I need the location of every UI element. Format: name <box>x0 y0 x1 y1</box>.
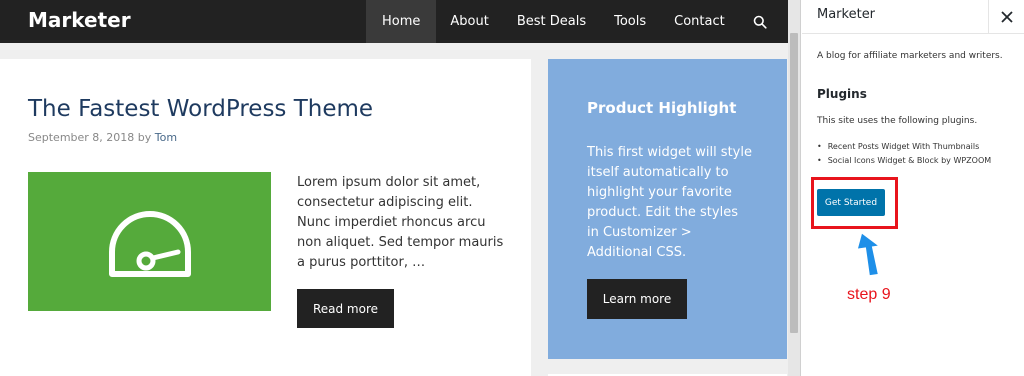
nav-item-home[interactable]: Home <box>366 0 437 43</box>
panel-close-button[interactable] <box>988 0 1024 33</box>
plugins-intro: This site uses the following plugins. <box>817 116 978 126</box>
speedometer-icon <box>108 210 191 277</box>
post-meta: September 8, 2018 by Tom <box>28 131 177 144</box>
panel-description: A blog for affiliate marketers and write… <box>817 51 1003 61</box>
nav-item-contact[interactable]: Contact <box>660 0 739 43</box>
step-label: step 9 <box>847 286 891 303</box>
post-by: by <box>137 131 152 144</box>
read-more-button[interactable]: Read more <box>297 289 394 328</box>
learn-more-button[interactable]: Learn more <box>587 279 687 319</box>
close-icon <box>1000 10 1013 23</box>
plugin-item: Recent Posts Widget With Thumbnails <box>817 140 991 154</box>
widget-title: Product Highlight <box>587 99 737 117</box>
search-icon <box>753 15 767 29</box>
post-thumbnail[interactable] <box>28 172 271 311</box>
post-date: September 8, 2018 <box>28 131 135 144</box>
site-brand[interactable]: Marketer <box>28 8 131 32</box>
plugin-list: Recent Posts Widget With Thumbnails Soci… <box>817 140 991 168</box>
screenshot: Marketer Home About Best Deals Tools Con… <box>0 0 1024 376</box>
plugins-heading: Plugins <box>817 87 867 101</box>
panel-title: Marketer <box>817 7 876 22</box>
site-preview: Marketer Home About Best Deals Tools Con… <box>0 0 788 376</box>
main-nav: Home About Best Deals Tools Contact <box>366 0 781 43</box>
widget-text: This first widget will style itself auto… <box>587 145 752 260</box>
post-author-link[interactable]: Tom <box>155 131 177 144</box>
post-title[interactable]: The Fastest WordPress Theme <box>28 96 373 122</box>
customizer-panel: Marketer A blog for affiliate marketers … <box>802 0 1024 376</box>
nav-item-tools[interactable]: Tools <box>600 0 660 43</box>
nav-search-button[interactable] <box>739 0 781 43</box>
panel-header: Marketer <box>802 0 1024 34</box>
post-excerpt: Lorem ipsum dolor sit amet, consectetur … <box>297 175 504 270</box>
preview-scrollbar-thumb[interactable] <box>790 33 798 333</box>
site-header: Marketer Home About Best Deals Tools Con… <box>0 0 788 43</box>
arrow-up-icon <box>857 233 878 276</box>
get-started-button[interactable]: Get Started <box>817 189 885 216</box>
nav-item-best-deals[interactable]: Best Deals <box>503 0 600 43</box>
nav-item-about[interactable]: About <box>436 0 502 43</box>
plugin-item: Social Icons Widget & Block by WPZOOM <box>817 154 991 168</box>
